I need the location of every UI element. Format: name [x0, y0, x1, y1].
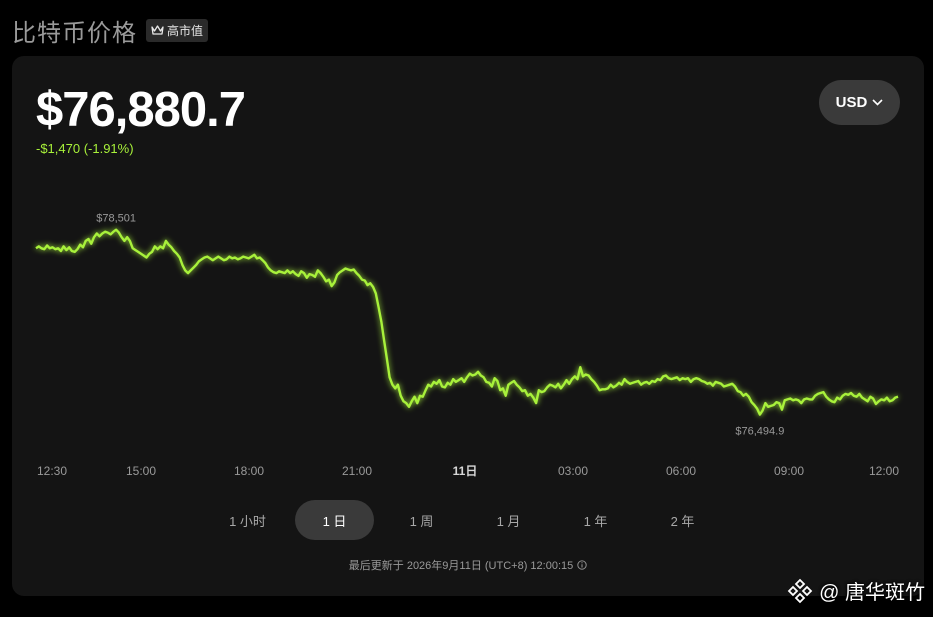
page-title: 比特币价格: [12, 19, 137, 47]
x-tick-label: 06:00: [666, 464, 696, 478]
tab-1-hour[interactable]: 1 小时: [208, 500, 287, 540]
watermark: @ 唐华斑竹: [787, 576, 925, 605]
page-header: 比特币价格 高市值: [12, 14, 209, 47]
x-tick-label: 12:30: [37, 464, 67, 478]
last-updated-text: 最后更新于 2026年9月11日 (UTC+8) 12:00:15: [348, 560, 574, 572]
badge-label: 高市值: [167, 23, 204, 38]
x-tick-label: 09:00: [774, 464, 804, 478]
tab-1-week[interactable]: 1 周: [382, 500, 461, 540]
tab-1-year[interactable]: 1 年: [556, 500, 635, 540]
tab-2-year[interactable]: 2 年: [643, 500, 722, 540]
currency-label: USD: [835, 94, 868, 111]
currency-select-button[interactable]: USD: [819, 80, 900, 125]
binance-logo-icon: [787, 578, 813, 603]
x-tick-label: 21:00: [342, 464, 372, 478]
max-price-label: $78,501: [96, 213, 136, 225]
x-tick-label: 11日: [453, 464, 478, 478]
info-icon[interactable]: [577, 560, 587, 570]
watermark-text: @ 唐华斑竹: [819, 582, 925, 604]
min-price-label: $76,494.9: [735, 426, 784, 438]
current-price: $76,880.7: [36, 83, 246, 137]
tab-1-day[interactable]: 1 日: [295, 500, 374, 540]
price-card: $78,501 $76,494.9 12:30 15:00 18:00 21:00 11日 0…: [12, 56, 924, 596]
price-series-line: [35, 228, 899, 416]
x-tick-label: 12:00: [869, 464, 899, 478]
crown-icon: [151, 24, 164, 35]
chevron-down-icon: [872, 99, 883, 106]
tab-1-month[interactable]: 1 月: [469, 500, 548, 540]
x-tick-label: 18:00: [234, 464, 264, 478]
x-tick-label: 03:00: [558, 464, 588, 478]
last-updated: 最后更新于 2026年9月11日 (UTC+8) 12:00:15: [12, 557, 924, 573]
range-tabs: 1 小时 1 日 1 周 1 月 1 年 2 年: [208, 500, 722, 540]
price-change: -$1,470 (-1.91%): [36, 141, 134, 156]
x-tick-label: 15:00: [126, 464, 156, 478]
market-cap-badge: 高市值: [146, 18, 209, 42]
